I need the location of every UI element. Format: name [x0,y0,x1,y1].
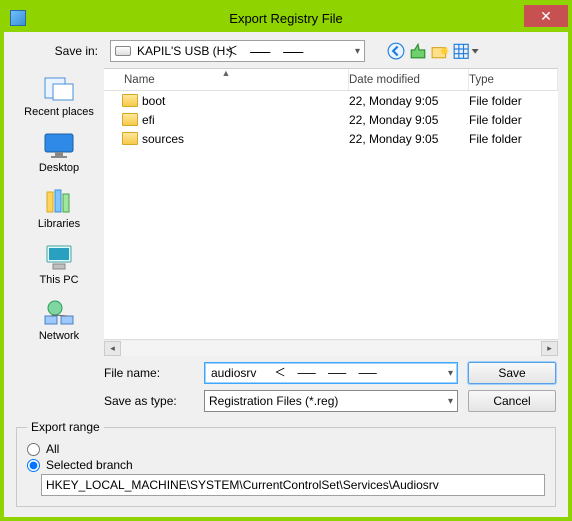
scroll-left-button[interactable]: ◂ [104,341,121,356]
this-pc-icon [41,242,77,272]
place-label: Network [39,330,79,342]
file-date: 22, Monday 9:05 [349,132,469,146]
place-label: Recent places [24,106,94,118]
fields-area: File name: ▾ < — — — Save Save as type: … [4,356,568,416]
list-item[interactable]: efi 22, Monday 9:05 File folder [104,110,558,129]
export-range-group: Export range All Selected branch [16,420,556,507]
save-button[interactable]: Save [468,362,556,384]
place-libraries[interactable]: Libraries [14,186,104,230]
places-bar: Recent places Desktop Libraries This PC [14,68,104,356]
file-date: 22, Monday 9:05 [349,113,469,127]
column-type[interactable]: Type [469,69,558,90]
place-label: Libraries [38,218,80,230]
radio-all-label: All [46,442,59,456]
regedit-icon [10,10,26,26]
selected-branch-input[interactable] [41,474,545,496]
window-title: Export Registry File [4,11,568,26]
sort-asc-icon: ▲ [222,68,231,78]
place-desktop[interactable]: Desktop [14,130,104,174]
radio-selected-branch-label: Selected branch [46,458,133,472]
cancel-button[interactable]: Cancel [468,390,556,412]
close-button[interactable]: ✕ [524,5,568,27]
column-date[interactable]: Date modified [349,69,469,90]
file-name: sources [142,132,184,146]
nav-icons [387,42,481,60]
recent-places-icon [41,74,77,104]
file-list-pane: ▲ Name Date modified Type boot 22, Monda… [104,68,558,356]
radio-selected-branch[interactable] [27,459,40,472]
main-area: Recent places Desktop Libraries This PC [4,68,568,356]
save-as-type-value: Registration Files (*.reg) [209,394,448,408]
horizontal-scrollbar[interactable]: ◂ ▸ [104,339,558,356]
file-name: boot [142,94,165,108]
scroll-right-button[interactable]: ▸ [541,341,558,356]
column-type-label: Type [469,74,494,86]
libraries-icon [41,186,77,216]
chevron-down-icon: ▾ [355,46,360,57]
file-name-input[interactable] [209,365,448,381]
chevron-down-icon[interactable]: ▾ [448,368,453,379]
list-item[interactable]: boot 22, Monday 9:05 File folder [104,91,558,110]
place-network[interactable]: Network [14,298,104,342]
list-header: ▲ Name Date modified Type [104,69,558,91]
file-name: efi [142,113,155,127]
up-one-level-button[interactable] [409,42,427,60]
titlebar: Export Registry File ✕ [4,4,568,32]
folder-icon [122,94,138,107]
save-as-type-combo[interactable]: Registration Files (*.reg) ▾ [204,390,458,412]
desktop-icon [41,130,77,160]
column-date-label: Date modified [349,74,420,86]
export-range-selected-branch[interactable]: Selected branch [27,458,545,472]
list-item[interactable]: sources 22, Monday 9:05 File folder [104,129,558,148]
save-in-label: Save in: [14,44,102,58]
file-type: File folder [469,113,558,127]
save-in-combo[interactable]: KAPIL'S USB (H:) ▾ [110,40,365,62]
place-this-pc[interactable]: This PC [14,242,104,286]
file-date: 22, Monday 9:05 [349,94,469,108]
scroll-track[interactable] [121,341,541,356]
file-name-label: File name: [104,366,194,380]
toolbar: Save in: KAPIL'S USB (H:) ▾ < — — [4,32,568,68]
network-icon [41,298,77,328]
column-name[interactable]: ▲ Name [104,69,349,90]
new-folder-button[interactable] [431,42,449,60]
export-range-legend: Export range [27,420,104,434]
folder-icon [122,132,138,145]
place-recent[interactable]: Recent places [14,74,104,118]
folder-icon [122,113,138,126]
save-as-type-label: Save as type: [104,394,194,408]
radio-all[interactable] [27,443,40,456]
views-button[interactable] [453,42,481,60]
column-name-label: Name [124,74,155,86]
export-range-all[interactable]: All [27,442,545,456]
file-type: File folder [469,94,558,108]
export-registry-dialog: Export Registry File ✕ Save in: KAPIL'S … [0,0,572,521]
file-name-combo[interactable]: ▾ < — — — [204,362,458,384]
place-label: Desktop [39,162,79,174]
save-in-value: KAPIL'S USB (H:) [137,44,233,58]
usb-drive-icon [115,46,131,56]
place-label: This PC [39,274,78,286]
file-type: File folder [469,132,558,146]
list-body[interactable]: boot 22, Monday 9:05 File folder efi 22,… [104,91,558,339]
back-button[interactable] [387,42,405,60]
chevron-down-icon[interactable]: ▾ [448,396,453,407]
